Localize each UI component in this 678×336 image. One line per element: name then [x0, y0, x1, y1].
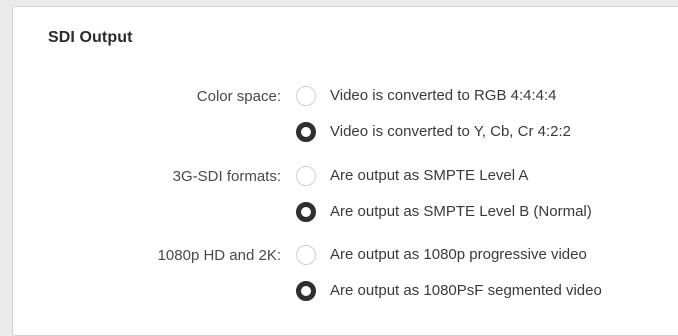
radio-button-unselected[interactable]: [296, 245, 316, 265]
color-space-option-ycbcr-label: Video is converted to Y, Cb, Cr 4:2:2: [330, 123, 571, 140]
radio-button-selected[interactable]: [296, 281, 316, 301]
sdi-output-panel: SDI Output Color space: Video is convert…: [12, 6, 678, 336]
1080p-option-progressive[interactable]: Are output as 1080p progressive video: [296, 244, 587, 266]
1080p-option-segmented-label: Are output as 1080PsF segmented video: [330, 282, 602, 299]
radio-button-selected[interactable]: [296, 122, 316, 142]
1080p-option-segmented[interactable]: Are output as 1080PsF segmented video: [296, 280, 602, 302]
3g-sdi-option-level-b-label: Are output as SMPTE Level B (Normal): [330, 203, 592, 220]
3g-sdi-option-level-a-label: Are output as SMPTE Level A: [330, 167, 529, 184]
color-space-label: Color space:: [196, 88, 281, 105]
1080p-option-progressive-label: Are output as 1080p progressive video: [330, 246, 587, 263]
color-space-option-rgb-label: Video is converted to RGB 4:4:4:4: [330, 87, 557, 104]
radio-button-unselected[interactable]: [296, 166, 316, 186]
panel-title: SDI Output: [48, 29, 133, 46]
radio-button-selected[interactable]: [296, 202, 316, 222]
3g-sdi-option-level-a[interactable]: Are output as SMPTE Level A: [296, 165, 528, 187]
3g-sdi-formats-label: 3G-SDI formats:: [172, 168, 281, 185]
3g-sdi-option-level-b[interactable]: Are output as SMPTE Level B (Normal): [296, 201, 592, 223]
color-space-option-ycbcr[interactable]: Video is converted to Y, Cb, Cr 4:2:2: [296, 121, 571, 143]
radio-button-unselected[interactable]: [296, 86, 316, 106]
color-space-option-rgb[interactable]: Video is converted to RGB 4:4:4:4: [296, 85, 557, 107]
1080p-hd-2k-label: 1080p HD and 2K:: [157, 247, 281, 264]
